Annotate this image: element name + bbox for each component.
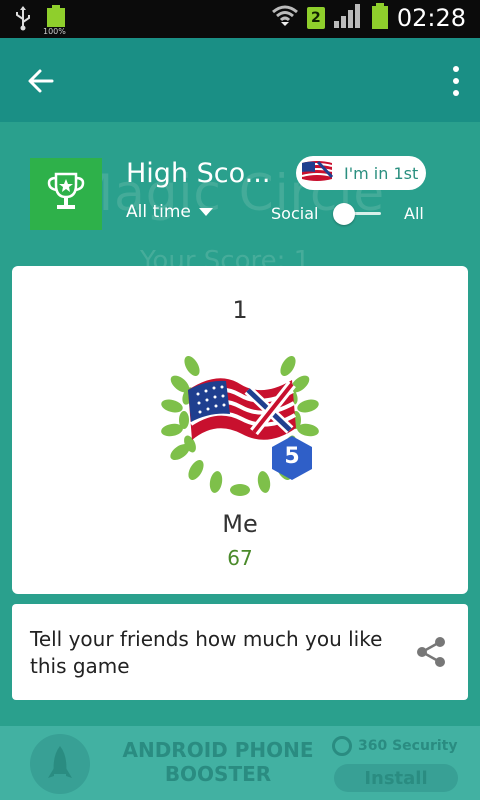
leaderboard-title: High Sco... — [126, 158, 271, 189]
share-card[interactable]: Tell your friends how much you like this… — [12, 604, 468, 700]
arrow-left-icon[interactable] — [26, 66, 56, 96]
ad-install-button[interactable]: Install — [334, 764, 458, 792]
rocket-icon — [30, 734, 90, 794]
time-filter-label: All time — [126, 202, 191, 222]
player-rank: 1 — [232, 296, 248, 324]
clock: 02:28 — [396, 4, 466, 32]
battery-icon — [371, 3, 389, 33]
chevron-down-icon — [198, 208, 213, 216]
level-badge: 5 — [284, 444, 300, 469]
player-card[interactable]: 1 5 Me 67 — [12, 266, 468, 594]
app-bar — [0, 38, 480, 122]
battery-status-icon: 100% — [43, 5, 66, 36]
toggle-all-label: All — [404, 204, 424, 223]
rank-badge-label: I'm in 1st — [344, 163, 419, 183]
status-bar: 100% 2 02:28 — [0, 0, 480, 38]
toggle-knob — [333, 203, 355, 225]
share-message: Tell your friends how much you like this… — [30, 627, 383, 678]
brand-logo-icon — [332, 736, 352, 756]
wifi-icon — [271, 4, 299, 32]
trophy-tile — [30, 158, 102, 230]
ad-brand: 360 Security — [332, 736, 457, 756]
more-vert-icon[interactable] — [450, 64, 462, 98]
player-name: Me — [222, 510, 258, 538]
signal-icon — [333, 4, 363, 32]
player-score: 67 — [227, 546, 253, 570]
toggle-social-label: Social — [271, 204, 319, 223]
social-all-toggle[interactable] — [333, 202, 383, 226]
ad-title: ANDROID PHONE BOOSTER — [122, 738, 314, 786]
time-filter-dropdown[interactable]: All time — [126, 202, 213, 222]
sim-badge: 2 — [306, 7, 325, 29]
usb-icon — [14, 5, 32, 35]
flag-icon — [300, 159, 334, 187]
share-icon[interactable] — [416, 636, 446, 668]
battery-percent-label: 100% — [43, 27, 66, 36]
trophy-icon — [46, 171, 86, 217]
player-emblem: 5 — [158, 350, 322, 500]
ad-brand-label: 360 Security — [358, 738, 458, 754]
rank-badge[interactable]: I'm in 1st — [296, 156, 426, 190]
ad-banner[interactable]: ANDROID PHONE BOOSTER 360 Security Insta… — [0, 726, 480, 800]
